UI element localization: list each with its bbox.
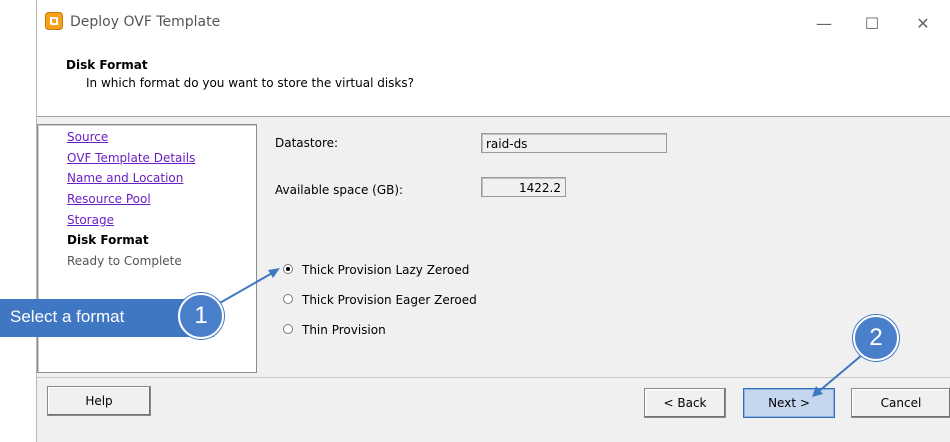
arrow-head-next [812, 386, 823, 397]
arrow-to-next-button [817, 354, 863, 393]
annotation-arrows [217, 268, 863, 397]
arrow-head-format [268, 268, 280, 278]
arrow-to-format-option [217, 271, 275, 305]
step-badge-2: 2 [853, 315, 899, 361]
callout-text: Select a format [10, 307, 125, 326]
step-badge-1: 1 [178, 293, 224, 339]
